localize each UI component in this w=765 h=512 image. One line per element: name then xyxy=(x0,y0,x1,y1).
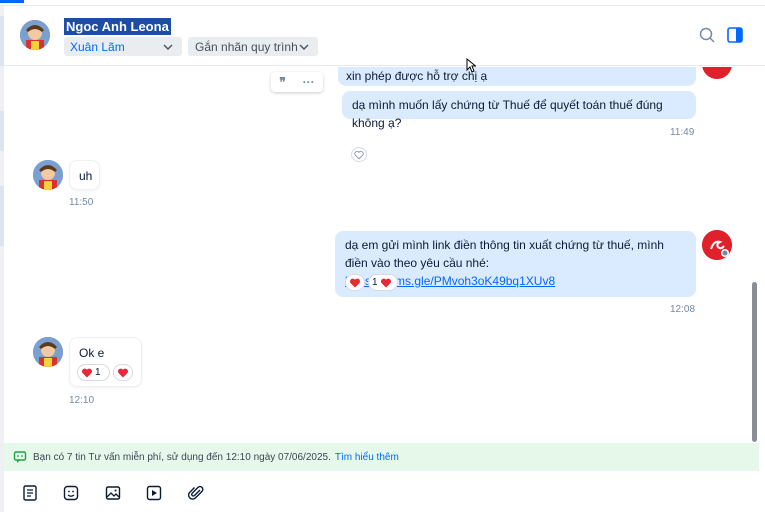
message-time: 12:10 xyxy=(69,395,95,406)
assignee-dropdown[interactable]: Xuân Lãm xyxy=(64,37,182,56)
heart-icon xyxy=(81,368,93,377)
learn-more-link[interactable]: Tìm hiểu thêm xyxy=(335,452,399,463)
message-list[interactable]: xin phép được hỗ trợ chị ạ dạ mình muốn … xyxy=(4,67,759,443)
agent-avatar[interactable] xyxy=(702,230,732,260)
heart-icon xyxy=(349,278,361,287)
message-text: dạ em gửi mình link điền thông tin xuất … xyxy=(345,238,664,270)
message-time: 11:50 xyxy=(69,197,94,208)
image-icon[interactable] xyxy=(104,484,122,502)
message-bubble-incoming[interactable]: uh xyxy=(69,160,100,190)
video-icon[interactable] xyxy=(145,484,163,502)
contact-avatar[interactable] xyxy=(33,160,63,190)
react-heart-button[interactable] xyxy=(351,147,367,162)
message-time: 11:49 xyxy=(670,127,695,138)
reaction-count-pill[interactable]: 1 xyxy=(77,364,110,381)
composer-toolbar xyxy=(4,471,759,512)
heart-reaction-button[interactable] xyxy=(345,274,365,291)
banner-text: Bạn có 7 tin Tư vấn miễn phí, sử dụng đế… xyxy=(33,451,331,463)
contact-avatar[interactable] xyxy=(33,337,63,367)
heart-outline-icon xyxy=(354,150,364,159)
heart-icon xyxy=(380,278,391,287)
reaction-count: 1 xyxy=(372,277,378,288)
message-bubble-outgoing[interactable]: xin phép được hỗ trợ chị ạ xyxy=(338,67,696,86)
heart-reaction-button[interactable] xyxy=(113,364,133,381)
message-template-icon[interactable] xyxy=(21,484,39,502)
attachment-icon[interactable] xyxy=(187,484,205,502)
chat-bubble-icon xyxy=(13,451,27,463)
scrollbar-thumb[interactable] xyxy=(752,282,757,442)
tag-process-dropdown[interactable]: Gắn nhãn quy trình xyxy=(188,37,318,56)
assignee-label: Xuân Lãm xyxy=(70,39,125,54)
active-tab-indicator xyxy=(0,0,24,3)
message-text: dạ mình muốn lấy chứng từ Thuế để quyết … xyxy=(352,98,663,130)
tag-process-label: Gắn nhãn quy trình xyxy=(195,39,298,54)
mouse-cursor-icon xyxy=(466,58,476,73)
agent-avatar xyxy=(702,67,732,79)
message-text: uh xyxy=(79,169,93,183)
side-panel-icon[interactable] xyxy=(726,26,744,44)
message-time: 12:08 xyxy=(670,304,696,315)
heart-icon xyxy=(117,368,129,377)
free-message-banner: Bạn có 7 tin Tư vấn miễn phí, sử dụng đế… xyxy=(4,443,759,471)
message-text: xin phép được hỗ trợ chị ạ xyxy=(346,69,488,83)
sticker-icon[interactable] xyxy=(62,484,80,502)
conversation-header: Ngoc Anh Leona Xuân Lãm Gắn nhãn quy trì… xyxy=(4,6,765,66)
quote-icon[interactable]: ❞ xyxy=(279,75,285,89)
search-icon[interactable] xyxy=(698,26,716,44)
reaction-count-pill[interactable]: 1 xyxy=(368,274,398,291)
contact-name[interactable]: Ngoc Anh Leona xyxy=(64,18,171,35)
reaction-count: 1 xyxy=(95,367,101,378)
chevron-down-icon xyxy=(163,44,173,50)
chevron-down-icon xyxy=(299,44,309,50)
contact-avatar[interactable] xyxy=(20,20,50,50)
message-bubble-outgoing[interactable]: dạ mình muốn lấy chứng từ Thuế để quyết … xyxy=(342,91,696,130)
more-options-icon[interactable]: ··· xyxy=(303,75,315,89)
message-text: Ok e xyxy=(79,346,105,360)
message-hover-tools: ❞ ··· xyxy=(271,72,323,92)
